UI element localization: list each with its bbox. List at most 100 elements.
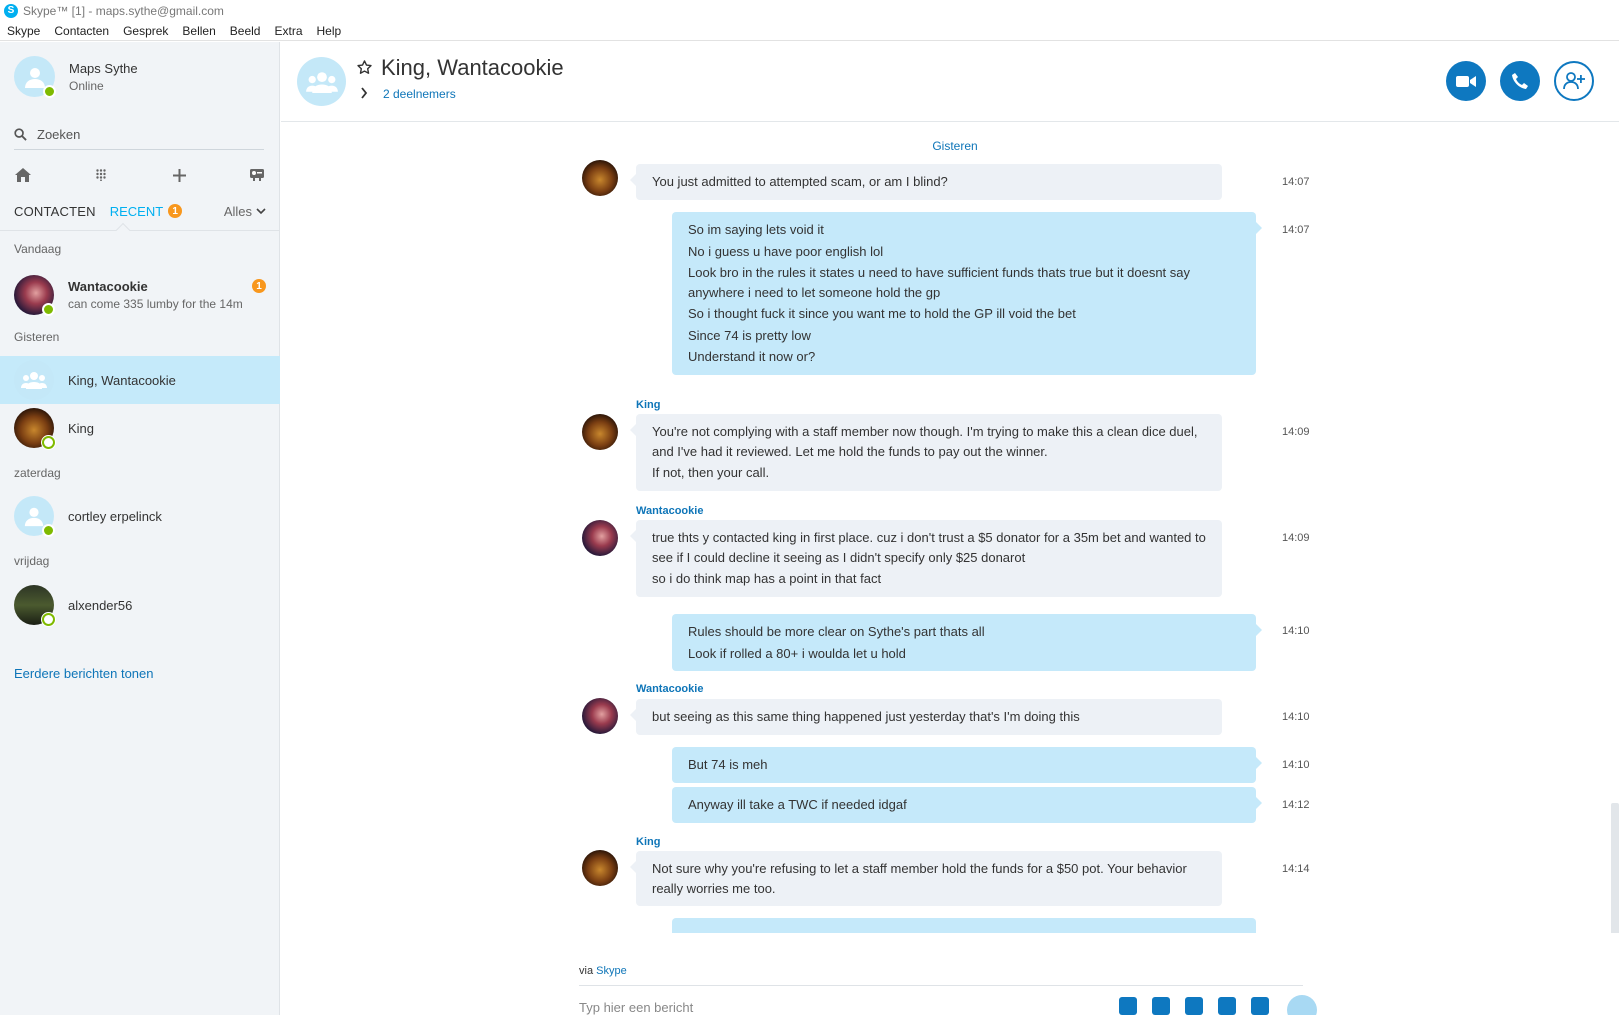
tab-contacten[interactable]: CONTACTEN [14, 204, 96, 219]
message-sender: King [636, 836, 661, 848]
message-text: Understand it now or? [688, 349, 816, 364]
video-camera-icon [1456, 75, 1476, 87]
divider [0, 230, 280, 231]
conversation-alxender56[interactable]: alxender56 [0, 581, 280, 629]
message-text: No i guess u have poor english lol [688, 243, 884, 259]
conversation-king[interactable]: King [0, 404, 280, 452]
message-list[interactable]: Gisteren You just admitted to attempted … [281, 123, 1619, 933]
avatar [14, 585, 55, 626]
conversation-preview: can come 335 lumby for the 14m [68, 297, 243, 311]
message-avatar[interactable] [582, 414, 618, 450]
unread-badge: 1 [252, 279, 266, 293]
day-separator: Gisteren [932, 139, 978, 153]
menu-help[interactable]: Help [317, 24, 342, 38]
message-avatar[interactable] [582, 160, 618, 196]
send-button[interactable] [1287, 995, 1317, 1015]
message-time: 14:09 [1282, 426, 1310, 438]
group-avatar[interactable] [297, 57, 346, 106]
message-text: Look if rolled a 80+ i woulda let u hold [688, 645, 906, 661]
profile-status[interactable]: Online [69, 79, 138, 93]
dialpad-icon[interactable] [92, 166, 110, 184]
phone-icon [1512, 73, 1528, 89]
message-text: But 74 is meh [688, 757, 768, 772]
menu-gesprek[interactable]: Gesprek [123, 24, 168, 38]
online-status-icon [42, 524, 55, 537]
video-message-icon[interactable] [1185, 997, 1203, 1015]
message-bubble: Anyway ill take a TWC if needed idgaf [672, 787, 1262, 823]
message-text: Look bro in the rules it states u need t… [688, 265, 1191, 300]
voice-call-button[interactable] [1500, 61, 1540, 101]
scrollbar[interactable] [1611, 803, 1619, 933]
profile[interactable]: Maps Sythe Online [14, 56, 138, 98]
search-placeholder: Zoeken [37, 127, 81, 142]
message-bubble-partial [672, 918, 1256, 933]
contacts-card-icon[interactable] [248, 166, 266, 184]
message-text: Not sure why you're refusing to let a st… [652, 861, 1187, 896]
send-contact-icon[interactable] [1218, 997, 1236, 1015]
via-label: via Skype [579, 965, 627, 977]
section-yesterday: Gisteren [14, 330, 60, 344]
message-bubble: So im saying lets void it No i guess u h… [672, 212, 1262, 375]
emoticon-icon[interactable] [1251, 997, 1269, 1015]
participants-link[interactable]: 2 deelnemers [383, 87, 456, 101]
add-icon[interactable] [170, 166, 188, 184]
video-call-button[interactable] [1446, 61, 1486, 101]
menu-extra[interactable]: Extra [274, 24, 302, 38]
message-bubble: Not sure why you're refusing to let a st… [630, 851, 1222, 906]
message-time: 14:10 [1282, 625, 1310, 637]
message-text: Anyway ill take a TWC if needed idgaf [688, 797, 907, 812]
add-participant-button[interactable] [1554, 61, 1594, 101]
message-bubble: You just admitted to attempted scam, or … [630, 164, 1222, 200]
menu-beeld[interactable]: Beeld [230, 24, 261, 38]
composer-toolbar [1119, 997, 1269, 1015]
tab-recent-label: RECENT [109, 203, 164, 219]
avatar [14, 56, 56, 98]
show-earlier-messages-link[interactable]: Eerdere berichten tonen [14, 666, 153, 681]
menu-bellen[interactable]: Bellen [182, 24, 215, 38]
conversation-name: cortley erpelinck [68, 508, 162, 524]
message-time: 14:07 [1282, 224, 1310, 236]
message-bubble: true thts y contacted king in first plac… [630, 520, 1222, 597]
message-input[interactable]: Typ hier een bericht [579, 1000, 693, 1015]
message-time: 14:09 [1282, 532, 1310, 544]
message-avatar[interactable] [582, 520, 618, 556]
person-icon [24, 507, 44, 527]
filter-dropdown[interactable]: Alles [224, 204, 266, 219]
avatar [14, 496, 55, 537]
conversation-wantacookie[interactable]: Wantacookie can come 335 lumby for the 1… [0, 271, 280, 319]
conversation-cortley-erpelinck[interactable]: cortley erpelinck [0, 492, 280, 540]
avatar [14, 408, 55, 449]
message-bubble: Rules should be more clear on Sythe's pa… [672, 614, 1262, 671]
chevron-right-icon[interactable] [360, 87, 368, 99]
tab-recent[interactable]: RECENT 1 [109, 203, 183, 219]
conversation-header: King, Wantacookie 2 deelnemers [281, 42, 1619, 122]
offline-status-icon [42, 613, 55, 626]
via-skype-link[interactable]: Skype [596, 965, 627, 977]
message-sender: Wantacookie [636, 505, 704, 517]
filter-label: Alles [223, 203, 252, 219]
person-icon [24, 67, 45, 88]
section-today: Vandaag [14, 242, 62, 256]
group-icon [305, 71, 338, 93]
composer-area: via Skype Typ hier een bericht [281, 933, 1619, 1015]
menu-contacten[interactable]: Contacten [54, 24, 109, 38]
message-text: You're not complying with a staff member… [652, 424, 1198, 459]
sidebar: Maps Sythe Online Zoeken CONTACTEN RECEN… [0, 42, 280, 1015]
window-title: Skype™ [1] - maps.sythe@gmail.com [23, 3, 224, 18]
message-text: so i do think map has a point in that fa… [652, 571, 882, 586]
conversation-name: Wantacookie [68, 279, 148, 294]
add-person-icon [1563, 72, 1585, 90]
message-avatar[interactable] [582, 698, 618, 734]
message-time: 14:07 [1282, 176, 1310, 188]
favorite-star-icon[interactable] [357, 60, 372, 75]
message-text: If not, then your call. [652, 465, 770, 480]
message-bubble: You're not complying with a staff member… [630, 414, 1222, 491]
search-input[interactable]: Zoeken [14, 120, 264, 150]
home-icon[interactable] [14, 166, 32, 184]
message-avatar[interactable] [582, 850, 618, 886]
menu-skype[interactable]: Skype [7, 24, 40, 38]
send-file-icon[interactable] [1152, 997, 1170, 1015]
conversation-king-wantacookie[interactable]: King, Wantacookie [0, 356, 280, 404]
media-bar-icon[interactable] [1119, 997, 1137, 1015]
skype-logo-icon: S [4, 3, 18, 18]
